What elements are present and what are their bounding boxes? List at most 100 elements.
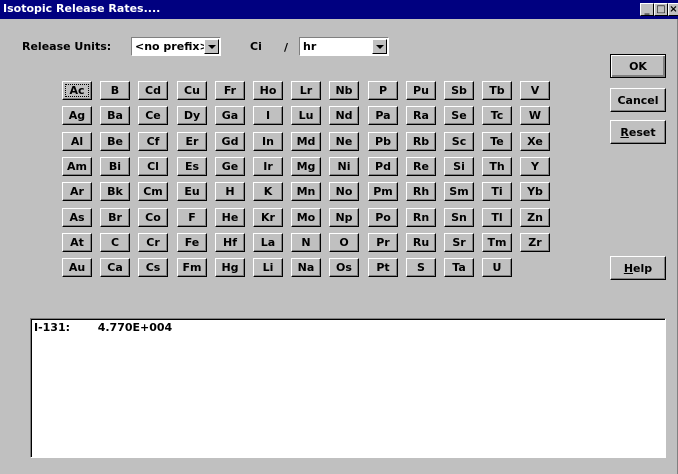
element-button-se[interactable]: Se <box>444 106 474 125</box>
maximize-button[interactable]: □ <box>654 3 668 16</box>
element-button-o[interactable]: O <box>329 233 359 252</box>
element-button-rb[interactable]: Rb <box>406 132 436 151</box>
element-button-sc[interactable]: Sc <box>444 132 474 151</box>
element-button-c[interactable]: C <box>100 233 130 252</box>
element-button-k[interactable]: K <box>253 182 283 201</box>
element-button-lr[interactable]: Lr <box>291 81 321 100</box>
element-button-os[interactable]: Os <box>329 258 359 277</box>
element-button-hg[interactable]: Hg <box>215 258 245 277</box>
element-button-be[interactable]: Be <box>100 132 130 151</box>
element-button-pt[interactable]: Pt <box>368 258 398 277</box>
element-button-co[interactable]: Co <box>138 208 168 227</box>
element-button-cu[interactable]: Cu <box>177 81 207 100</box>
element-button-nb[interactable]: Nb <box>329 81 359 100</box>
element-button-yb[interactable]: Yb <box>520 182 550 201</box>
chevron-down-icon[interactable] <box>204 39 219 54</box>
element-button-rn[interactable]: Rn <box>406 208 436 227</box>
element-button-bk[interactable]: Bk <box>100 182 130 201</box>
cancel-button[interactable]: Cancel <box>610 88 666 112</box>
element-button-tc[interactable]: Tc <box>482 106 512 125</box>
element-button-eu[interactable]: Eu <box>177 182 207 201</box>
element-button-p[interactable]: P <box>368 81 398 100</box>
element-button-ga[interactable]: Ga <box>215 106 245 125</box>
element-button-at[interactable]: At <box>62 233 92 252</box>
element-button-ta[interactable]: Ta <box>444 258 474 277</box>
element-button-cm[interactable]: Cm <box>138 182 168 201</box>
element-button-cf[interactable]: Cf <box>138 132 168 151</box>
element-button-fr[interactable]: Fr <box>215 81 245 100</box>
element-button-md[interactable]: Md <box>291 132 321 151</box>
help-button[interactable]: Help <box>610 256 666 280</box>
title-bar[interactable]: Isotopic Release Rates.... _ □ × <box>0 0 678 19</box>
element-button-mg[interactable]: Mg <box>291 157 321 176</box>
element-button-sn[interactable]: Sn <box>444 208 474 227</box>
element-button-er[interactable]: Er <box>177 132 207 151</box>
element-button-ce[interactable]: Ce <box>138 106 168 125</box>
element-button-cl[interactable]: Cl <box>138 157 168 176</box>
element-button-tm[interactable]: Tm <box>482 233 512 252</box>
element-button-es[interactable]: Es <box>177 157 207 176</box>
element-button-pd[interactable]: Pd <box>368 157 398 176</box>
element-button-zn[interactable]: Zn <box>520 208 550 227</box>
element-button-b[interactable]: B <box>100 81 130 100</box>
element-button-sr[interactable]: Sr <box>444 233 474 252</box>
results-text-area[interactable]: I-131: 4.770E+004 <box>30 318 666 458</box>
element-button-pu[interactable]: Pu <box>406 81 436 100</box>
element-button-te[interactable]: Te <box>482 132 512 151</box>
element-button-au[interactable]: Au <box>62 258 92 277</box>
element-button-cr[interactable]: Cr <box>138 233 168 252</box>
element-button-he[interactable]: He <box>215 208 245 227</box>
element-button-v[interactable]: V <box>520 81 550 100</box>
element-button-sm[interactable]: Sm <box>444 182 474 201</box>
element-button-zr[interactable]: Zr <box>520 233 550 252</box>
reset-button[interactable]: Reset <box>610 120 666 144</box>
element-button-tl[interactable]: Tl <box>482 208 512 227</box>
element-button-ca[interactable]: Ca <box>100 258 130 277</box>
chevron-down-icon[interactable] <box>372 39 387 54</box>
element-button-xe[interactable]: Xe <box>520 132 550 151</box>
element-button-re[interactable]: Re <box>406 157 436 176</box>
element-button-ho[interactable]: Ho <box>253 81 283 100</box>
element-button-cs[interactable]: Cs <box>138 258 168 277</box>
element-button-bi[interactable]: Bi <box>100 157 130 176</box>
element-button-fm[interactable]: Fm <box>177 258 207 277</box>
element-button-kr[interactable]: Kr <box>253 208 283 227</box>
ok-button[interactable]: OK <box>610 54 666 78</box>
element-button-th[interactable]: Th <box>482 157 512 176</box>
element-button-y[interactable]: Y <box>520 157 550 176</box>
element-button-si[interactable]: Si <box>444 157 474 176</box>
element-button-ar[interactable]: Ar <box>62 182 92 201</box>
element-button-li[interactable]: Li <box>253 258 283 277</box>
element-button-tb[interactable]: Tb <box>482 81 512 100</box>
element-button-ni[interactable]: Ni <box>329 157 359 176</box>
element-button-h[interactable]: H <box>215 182 245 201</box>
element-button-as[interactable]: As <box>62 208 92 227</box>
element-button-mn[interactable]: Mn <box>291 182 321 201</box>
element-button-lu[interactable]: Lu <box>291 106 321 125</box>
element-button-cd[interactable]: Cd <box>138 81 168 100</box>
element-button-la[interactable]: La <box>253 233 283 252</box>
element-button-f[interactable]: F <box>177 208 207 227</box>
element-button-np[interactable]: Np <box>329 208 359 227</box>
element-button-ba[interactable]: Ba <box>100 106 130 125</box>
element-button-pa[interactable]: Pa <box>368 106 398 125</box>
element-button-na[interactable]: Na <box>291 258 321 277</box>
element-button-n[interactable]: N <box>291 233 321 252</box>
element-button-nd[interactable]: Nd <box>329 106 359 125</box>
element-button-sb[interactable]: Sb <box>444 81 474 100</box>
element-button-ac[interactable]: Ac <box>62 81 92 100</box>
prefix-dropdown[interactable]: <no prefix> <box>131 37 221 56</box>
element-button-rh[interactable]: Rh <box>406 182 436 201</box>
element-button-al[interactable]: Al <box>62 132 92 151</box>
element-button-ra[interactable]: Ra <box>406 106 436 125</box>
element-button-pr[interactable]: Pr <box>368 233 398 252</box>
element-button-am[interactable]: Am <box>62 157 92 176</box>
time-unit-dropdown[interactable]: hr <box>299 37 389 56</box>
element-button-dy[interactable]: Dy <box>177 106 207 125</box>
minimize-button[interactable]: _ <box>640 3 654 16</box>
element-button-ge[interactable]: Ge <box>215 157 245 176</box>
element-button-i[interactable]: I <box>253 106 283 125</box>
element-button-hf[interactable]: Hf <box>215 233 245 252</box>
element-button-fe[interactable]: Fe <box>177 233 207 252</box>
element-button-ru[interactable]: Ru <box>406 233 436 252</box>
